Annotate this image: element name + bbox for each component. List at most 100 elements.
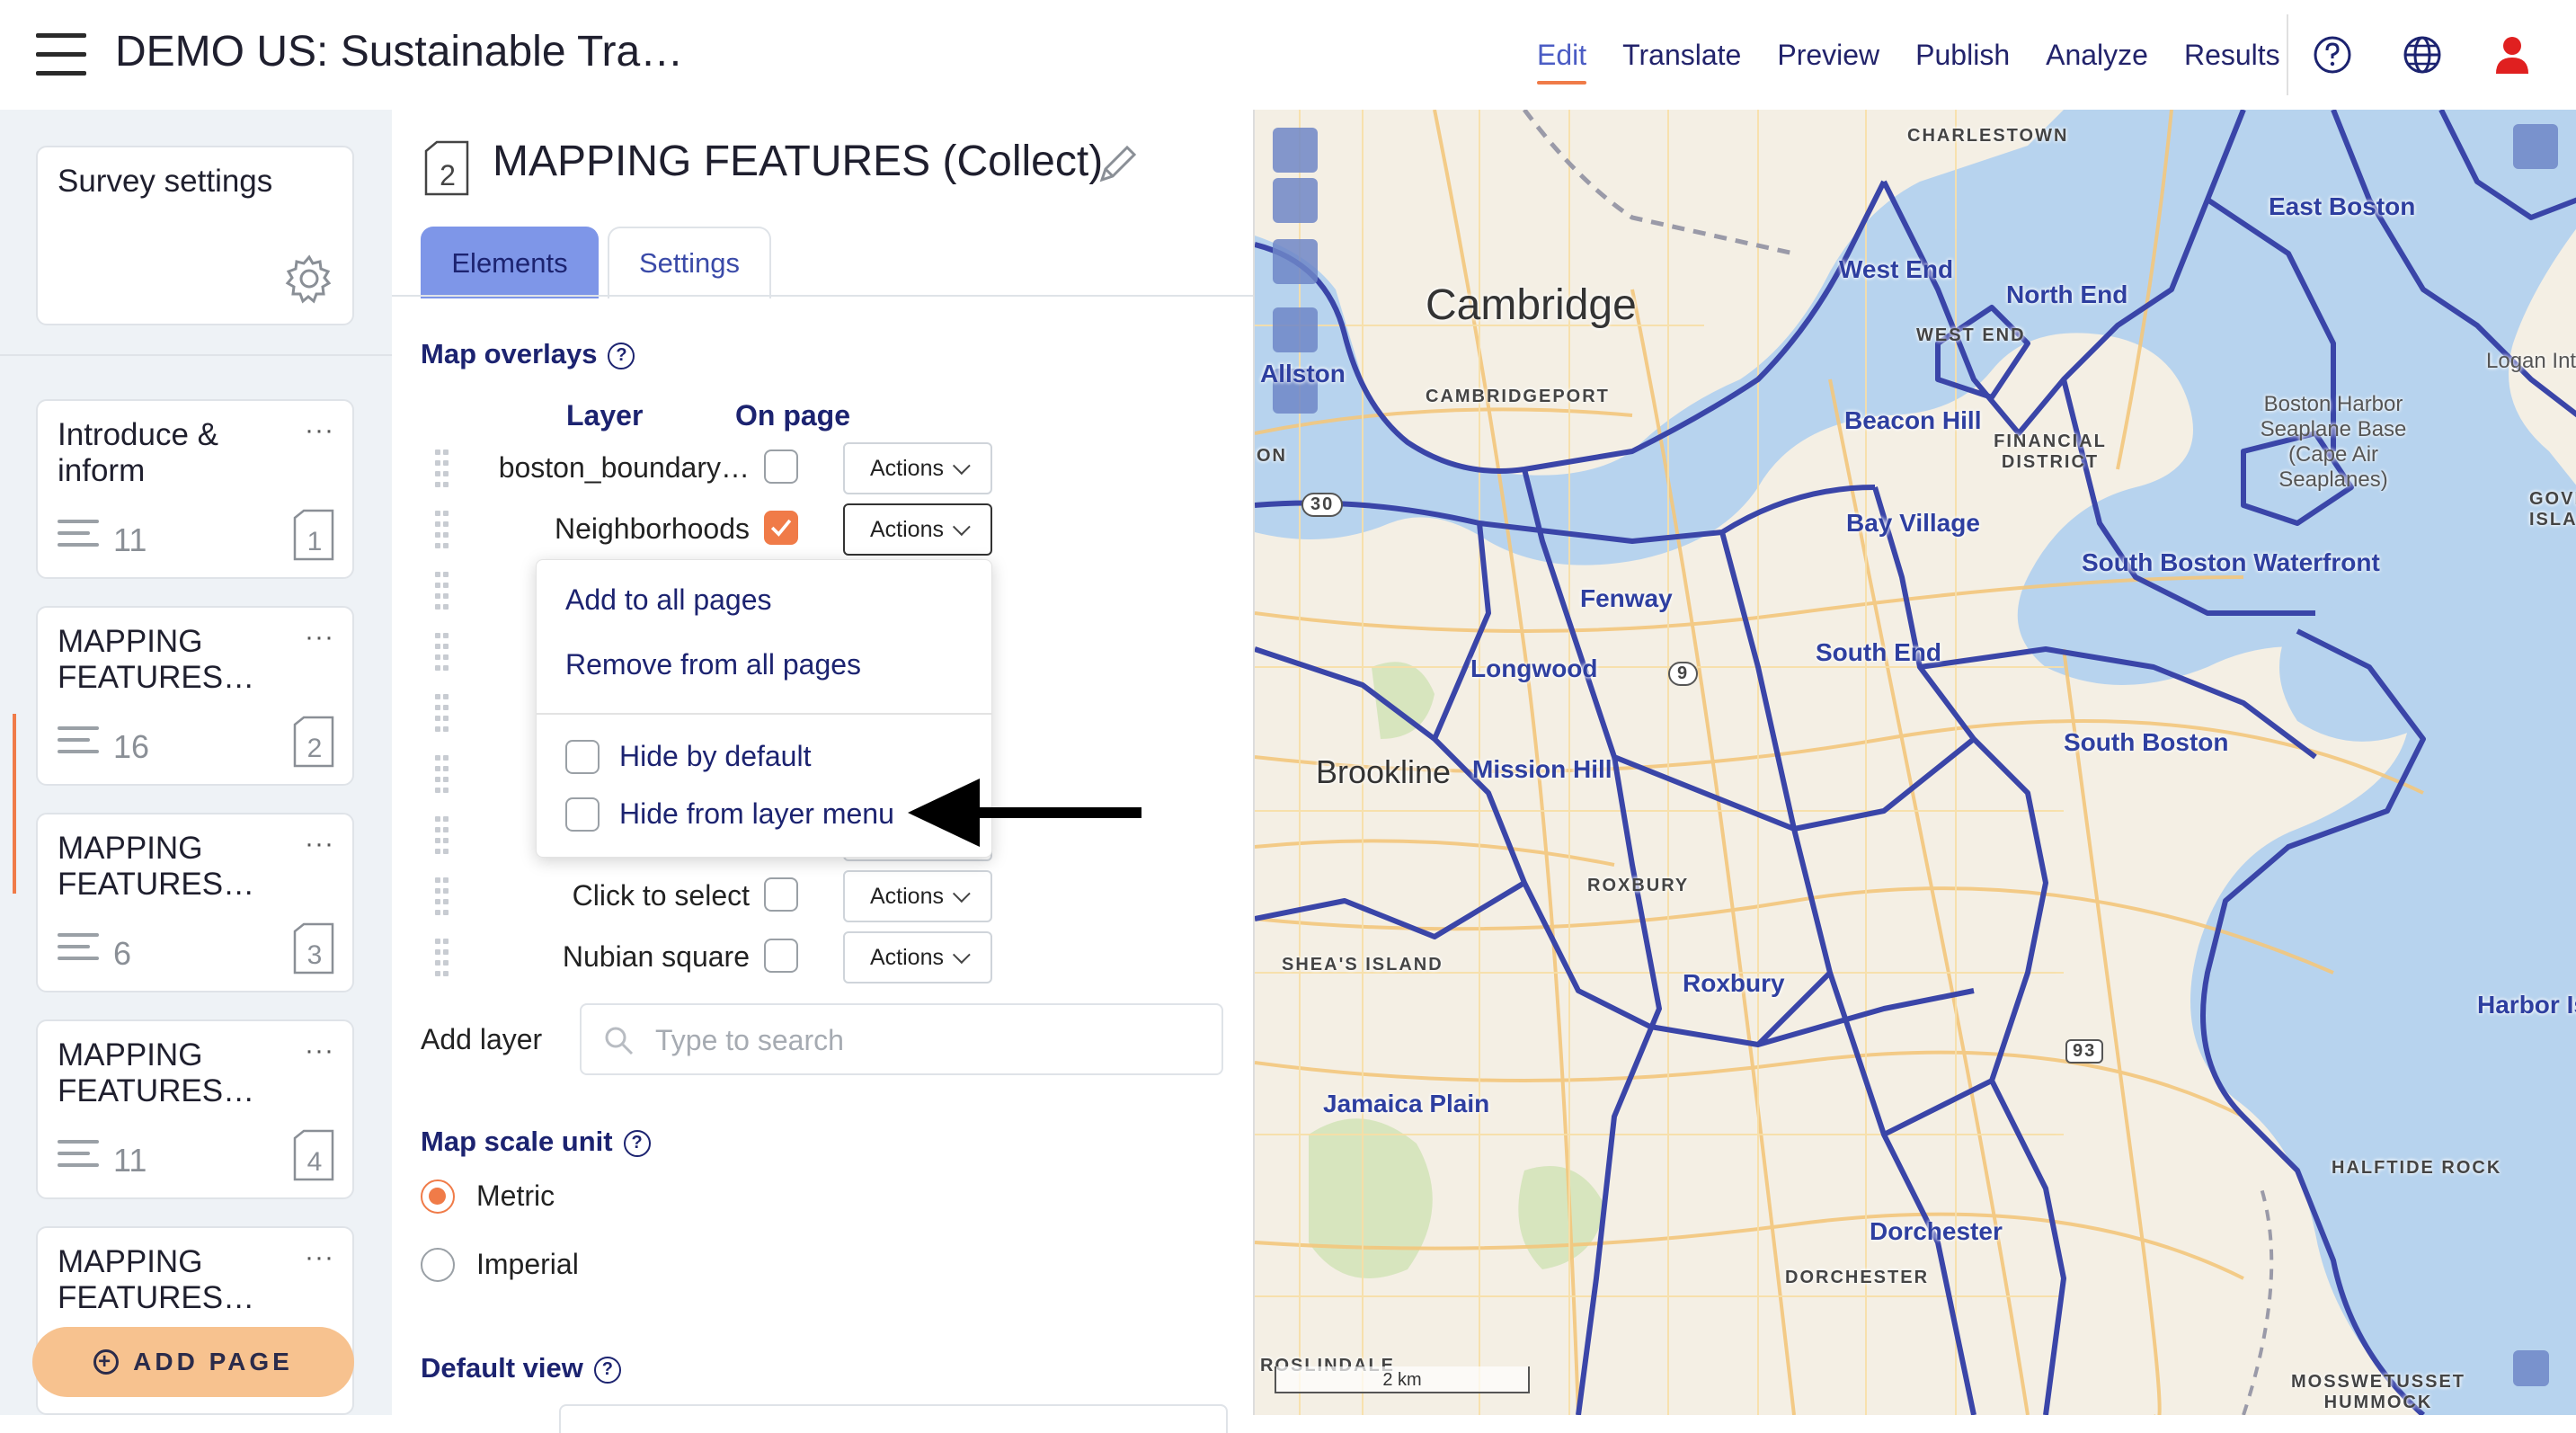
tab-settings[interactable]: Settings	[608, 227, 771, 298]
drag-handle-icon[interactable]	[435, 629, 449, 674]
nav-analyze[interactable]: Analyze	[2028, 0, 2166, 110]
nav-translate[interactable]: Translate	[1604, 0, 1759, 110]
add-layer-search[interactable]	[580, 1003, 1223, 1075]
imperial-label[interactable]: Imperial	[476, 1248, 579, 1281]
drag-handle-icon[interactable]	[435, 446, 449, 491]
tab-elements[interactable]: Elements	[421, 227, 599, 298]
default-view-heading: Default view?	[421, 1352, 621, 1384]
page-number-icon: 4	[293, 1129, 334, 1181]
svg-text:3: 3	[307, 940, 323, 970]
route-shield: 9	[1668, 662, 1699, 686]
metric-radio[interactable]	[421, 1179, 455, 1214]
imperial-radio[interactable]	[421, 1248, 455, 1282]
survey-settings-card[interactable]: Survey settings	[36, 146, 354, 325]
list-icon	[58, 933, 99, 969]
more-options-icon[interactable]: ···	[305, 415, 334, 446]
drag-handle-icon[interactable]	[435, 568, 449, 613]
chevron-down-icon	[952, 885, 971, 903]
on-page-checkbox[interactable]	[764, 511, 798, 545]
map-label: FINANCIAL DISTRICT	[1994, 432, 2107, 472]
page-card-4[interactable]: MAPPING FEATURES… ··· 11 4	[36, 1019, 354, 1199]
survey-title: DEMO US: Sustainable Tra…	[115, 28, 684, 76]
plus-icon: +	[93, 1349, 120, 1375]
overlay-layer-row: boston_boundary… Actions	[392, 442, 1253, 496]
globe-icon[interactable]	[2400, 32, 2445, 77]
drag-handle-icon[interactable]	[435, 935, 449, 980]
overlay-layer-row: Click to select Actions	[392, 870, 1253, 924]
page-card-title: Introduce & inform	[58, 417, 218, 488]
page-card-3[interactable]: MAPPING FEATURES… ··· 6 3	[36, 813, 354, 992]
drag-handle-icon[interactable]	[435, 752, 449, 797]
help-icon[interactable]: ?	[623, 1129, 651, 1157]
on-page-checkbox[interactable]	[764, 449, 798, 484]
layer-actions-button[interactable]: Actions	[843, 870, 992, 922]
more-options-icon[interactable]: ···	[305, 829, 334, 859]
top-bar: DEMO US: Sustainable Tra… Edit Translate…	[0, 0, 2576, 111]
add-layer-search-input[interactable]	[653, 1014, 1196, 1066]
nav-publish[interactable]: Publish	[1897, 0, 2028, 110]
metric-label[interactable]: Metric	[476, 1179, 555, 1213]
svg-text:2: 2	[307, 734, 323, 763]
hide-from-layer-menu-checkbox[interactable]	[565, 797, 600, 832]
page-number-icon: 2	[293, 716, 334, 768]
more-options-icon[interactable]: ···	[305, 1036, 334, 1066]
drag-handle-icon[interactable]	[435, 874, 449, 919]
hide-by-default-checkbox[interactable]	[565, 740, 600, 774]
list-icon	[58, 520, 99, 556]
help-icon[interactable]: ?	[608, 342, 635, 369]
map-label: CAMBRIDGEPORT	[1426, 387, 1610, 406]
geolocate-button[interactable]	[1273, 307, 1318, 352]
map-label: Brookline	[1316, 753, 1452, 790]
on-page-checkbox[interactable]	[764, 939, 798, 973]
map-label: South Boston Waterfront	[2082, 548, 2380, 576]
user-icon[interactable]	[2490, 32, 2535, 77]
map-label: Cambridge	[1426, 281, 1637, 329]
page-number-icon: 2	[424, 140, 469, 196]
map-label: ON	[1257, 446, 1287, 466]
layer-actions-button[interactable]: Actions	[843, 442, 992, 494]
drag-handle-icon[interactable]	[435, 813, 449, 858]
map-label: Mission Hill	[1472, 755, 1612, 783]
help-icon[interactable]	[2310, 32, 2355, 77]
more-options-icon[interactable]: ···	[305, 1242, 334, 1273]
map-info-button[interactable]	[2513, 1350, 2549, 1386]
page-card-title: MAPPING FEATURES…	[58, 624, 255, 695]
map-label: West End	[1839, 255, 1954, 283]
page-card-title: MAPPING FEATURES…	[58, 831, 255, 902]
zoom-out-button[interactable]	[1273, 178, 1318, 223]
zoom-in-button[interactable]	[1273, 128, 1318, 173]
default-view-field[interactable]	[559, 1404, 1228, 1433]
remove-from-all-pages-option[interactable]: Remove from all pages	[565, 648, 861, 681]
main-nav: Edit Translate Preview Publish Analyze R…	[1519, 0, 2298, 110]
drag-handle-icon[interactable]	[435, 507, 449, 552]
nav-results[interactable]: Results	[2166, 0, 2298, 110]
chevron-down-icon	[952, 946, 971, 965]
menu-icon[interactable]	[36, 33, 86, 76]
page-card-2[interactable]: MAPPING FEATURES… ··· 16 2	[36, 606, 354, 786]
hide-from-layer-menu-label[interactable]: Hide from layer menu	[619, 797, 894, 831]
layers-toggle-button[interactable]	[2513, 124, 2558, 169]
locate-search-button[interactable]	[1273, 239, 1318, 284]
layer-actions-button[interactable]: Actions	[843, 931, 992, 984]
selected-page-indicator	[13, 714, 16, 894]
svg-text:2: 2	[440, 159, 456, 191]
map-label: East Boston	[2269, 192, 2416, 220]
help-icon[interactable]: ?	[593, 1356, 621, 1384]
map-scale-bar: 2 km	[1275, 1366, 1530, 1393]
edit-pencil-icon[interactable]	[1095, 140, 1141, 187]
add-to-all-pages-option[interactable]: Add to all pages	[565, 583, 772, 617]
nav-preview[interactable]: Preview	[1759, 0, 1897, 110]
layer-actions-button[interactable]: Actions	[843, 503, 992, 556]
gear-icon[interactable]	[282, 252, 336, 306]
map-preview[interactable]: CHARLESTOWN East Boston Cambridge West E…	[1253, 110, 2576, 1415]
page-card-1[interactable]: Introduce & inform ··· 11 1	[36, 399, 354, 579]
hide-by-default-label[interactable]: Hide by default	[619, 740, 811, 773]
list-icon	[58, 1140, 99, 1176]
on-page-checkbox[interactable]	[764, 877, 798, 912]
nav-edit[interactable]: Edit	[1519, 0, 1604, 110]
add-page-button[interactable]: + ADD PAGE	[32, 1327, 354, 1397]
drag-handle-icon[interactable]	[435, 690, 449, 735]
actions-label: Actions	[870, 883, 944, 909]
nav-divider	[2287, 14, 2288, 95]
more-options-icon[interactable]: ···	[305, 622, 334, 653]
